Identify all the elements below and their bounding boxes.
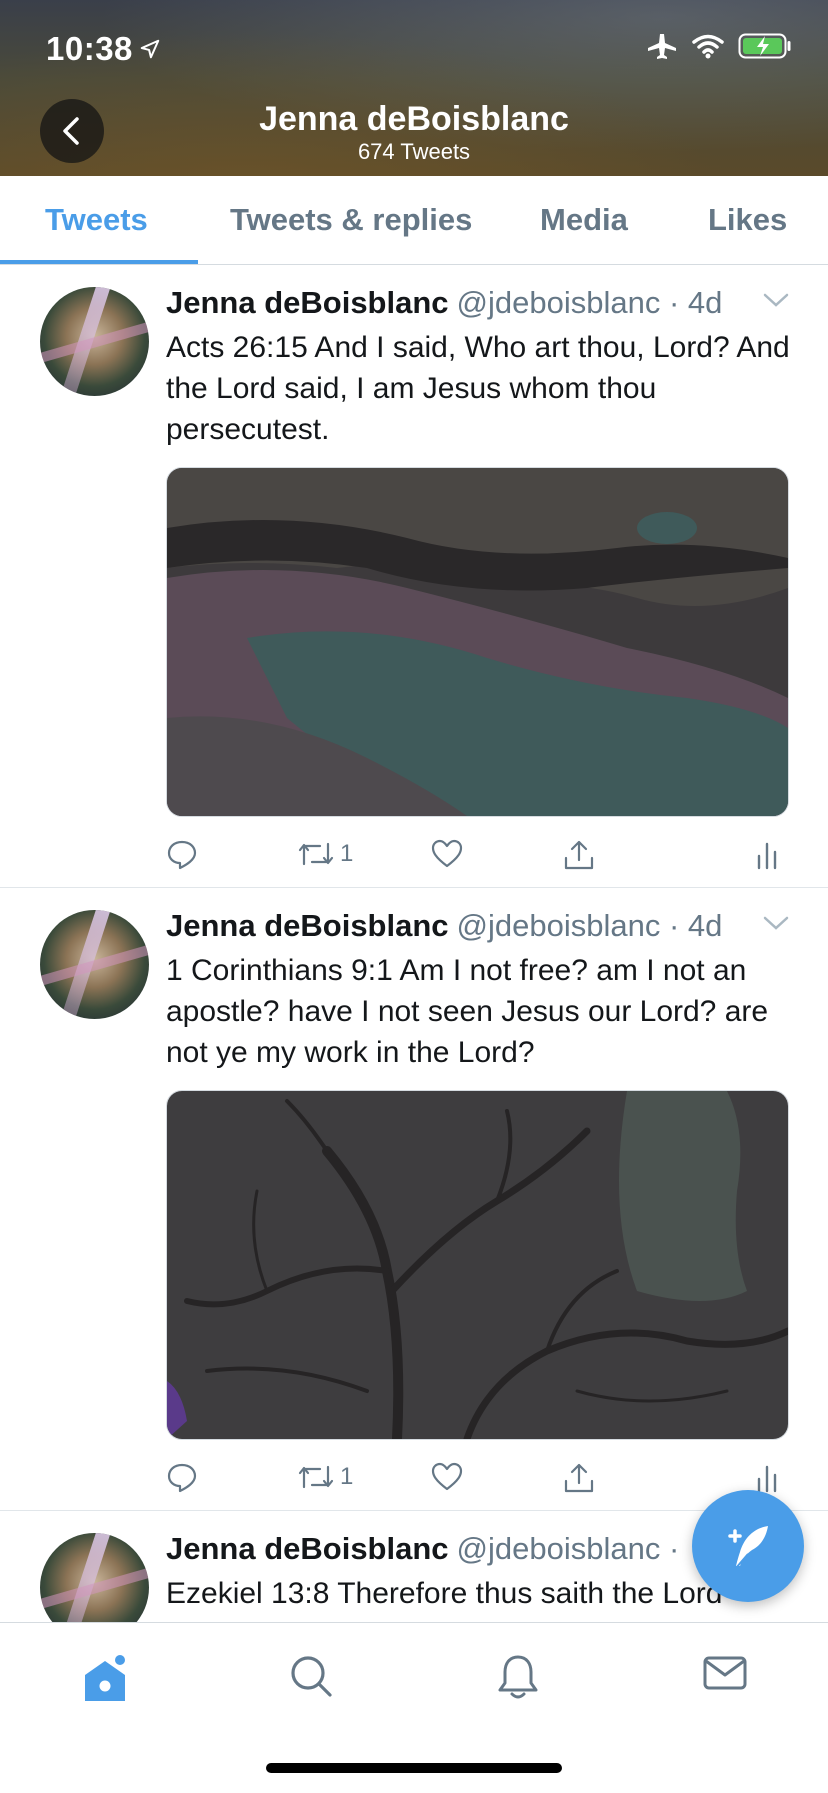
- tab-tweets-replies[interactable]: Tweets & replies: [230, 202, 472, 238]
- tweet-image[interactable]: [166, 1090, 789, 1440]
- avatar[interactable]: [40, 910, 149, 1019]
- home-icon: [85, 1655, 125, 1701]
- retweet-icon: [298, 1465, 334, 1489]
- tweet-count: 674 Tweets: [357, 139, 471, 164]
- heart-icon: [431, 839, 463, 868]
- share-icon: [564, 1463, 594, 1493]
- bell-icon: [498, 1655, 538, 1699]
- profile-tabs: Tweets Tweets & replies Media Likes: [0, 176, 828, 265]
- chevron-down-icon[interactable]: [762, 914, 790, 932]
- reply-button[interactable]: [166, 838, 198, 870]
- status-time-text: 10:38: [46, 30, 133, 67]
- tweet-text: Ezekiel 13:8 Therefore thus saith the Lo…: [166, 1577, 723, 1610]
- like-button[interactable]: [430, 838, 464, 870]
- tab-tweets[interactable]: Tweets: [45, 202, 148, 238]
- reply-icon: [167, 840, 197, 870]
- airplane-icon: [648, 34, 676, 59]
- tweet[interactable]: Jenna deBoisblanc @jdeboisblanc · 4d Acts…: [0, 265, 828, 888]
- tweet-text: Acts 26:15 And I said, Who art thou, Lor…: [166, 331, 790, 446]
- search-icon: [291, 1656, 332, 1697]
- tweet-author-name: Jenna deBoisblanc: [166, 908, 449, 943]
- tweet-image[interactable]: [166, 467, 789, 817]
- tab-media[interactable]: Media: [540, 202, 628, 238]
- share-icon: [564, 840, 594, 870]
- analytics-icon: [757, 1465, 777, 1493]
- retweet-button[interactable]: 1: [296, 838, 353, 870]
- reply-button[interactable]: [166, 1461, 198, 1493]
- home-indicator[interactable]: [266, 1763, 562, 1773]
- tweet[interactable]: Jenna deBoisblanc @jdeboisblanc · 4d 1 Co…: [0, 888, 828, 1511]
- retweet-button[interactable]: 1: [296, 1461, 353, 1493]
- share-button[interactable]: [562, 1461, 596, 1495]
- tweet-author-name: Jenna deBoisblanc: [166, 285, 449, 320]
- chevron-down-icon[interactable]: [762, 291, 790, 309]
- compose-tweet-button[interactable]: [692, 1490, 804, 1602]
- mail-icon: [703, 1656, 747, 1690]
- tab-likes[interactable]: Likes: [708, 202, 787, 238]
- tweet-handle-time: @jdeboisblanc · 4d: [456, 908, 723, 943]
- nav-notifications[interactable]: [496, 1653, 540, 1706]
- profile-header: 10:38 Jenna deBoisblanc 674 Tweets: [0, 0, 828, 176]
- battery-charging-icon: [738, 33, 791, 59]
- avatar[interactable]: [40, 1533, 149, 1622]
- nav-search[interactable]: [288, 1653, 334, 1704]
- nav-home[interactable]: [80, 1653, 130, 1712]
- profile-name: Jenna deBoisblanc: [259, 100, 569, 138]
- tweet-handle-time: @jdeboisblanc ·: [456, 1531, 680, 1566]
- retweet-icon: [298, 842, 334, 866]
- tweet-actions: 1: [166, 838, 796, 878]
- tweet-header: Jenna deBoisblanc @jdeboisblanc · 4d: [166, 285, 798, 325]
- reply-icon: [167, 1463, 197, 1493]
- analytics-button[interactable]: [756, 1461, 780, 1495]
- avatar[interactable]: [40, 287, 149, 396]
- location-arrow-icon: [140, 39, 160, 59]
- tweet-actions: 1: [166, 1461, 796, 1501]
- like-button[interactable]: [430, 1461, 464, 1493]
- analytics-icon: [757, 842, 777, 870]
- share-button[interactable]: [562, 838, 596, 872]
- tweet-photo: [167, 468, 788, 816]
- heart-icon: [431, 1462, 463, 1491]
- retweet-count: 1: [340, 1463, 354, 1490]
- tweet-photo: [167, 1091, 788, 1439]
- retweet-count: 1: [340, 840, 354, 867]
- compose-feather-icon: [728, 1526, 768, 1569]
- tweet-author-name: Jenna deBoisblanc: [166, 1531, 449, 1566]
- tweet-header: Jenna deBoisblanc @jdeboisblanc · 4d: [166, 908, 798, 948]
- wifi-icon: [692, 34, 724, 59]
- tweet-text: 1 Corinthians 9:1 Am I not free? am I no…: [166, 954, 769, 1069]
- status-time: 10:38: [46, 30, 161, 68]
- status-icons: [646, 32, 792, 60]
- analytics-button[interactable]: [756, 838, 780, 872]
- tweet-handle-time: @jdeboisblanc · 4d: [456, 285, 723, 320]
- nav-messages[interactable]: [702, 1653, 748, 1698]
- active-tab-indicator: [0, 260, 198, 264]
